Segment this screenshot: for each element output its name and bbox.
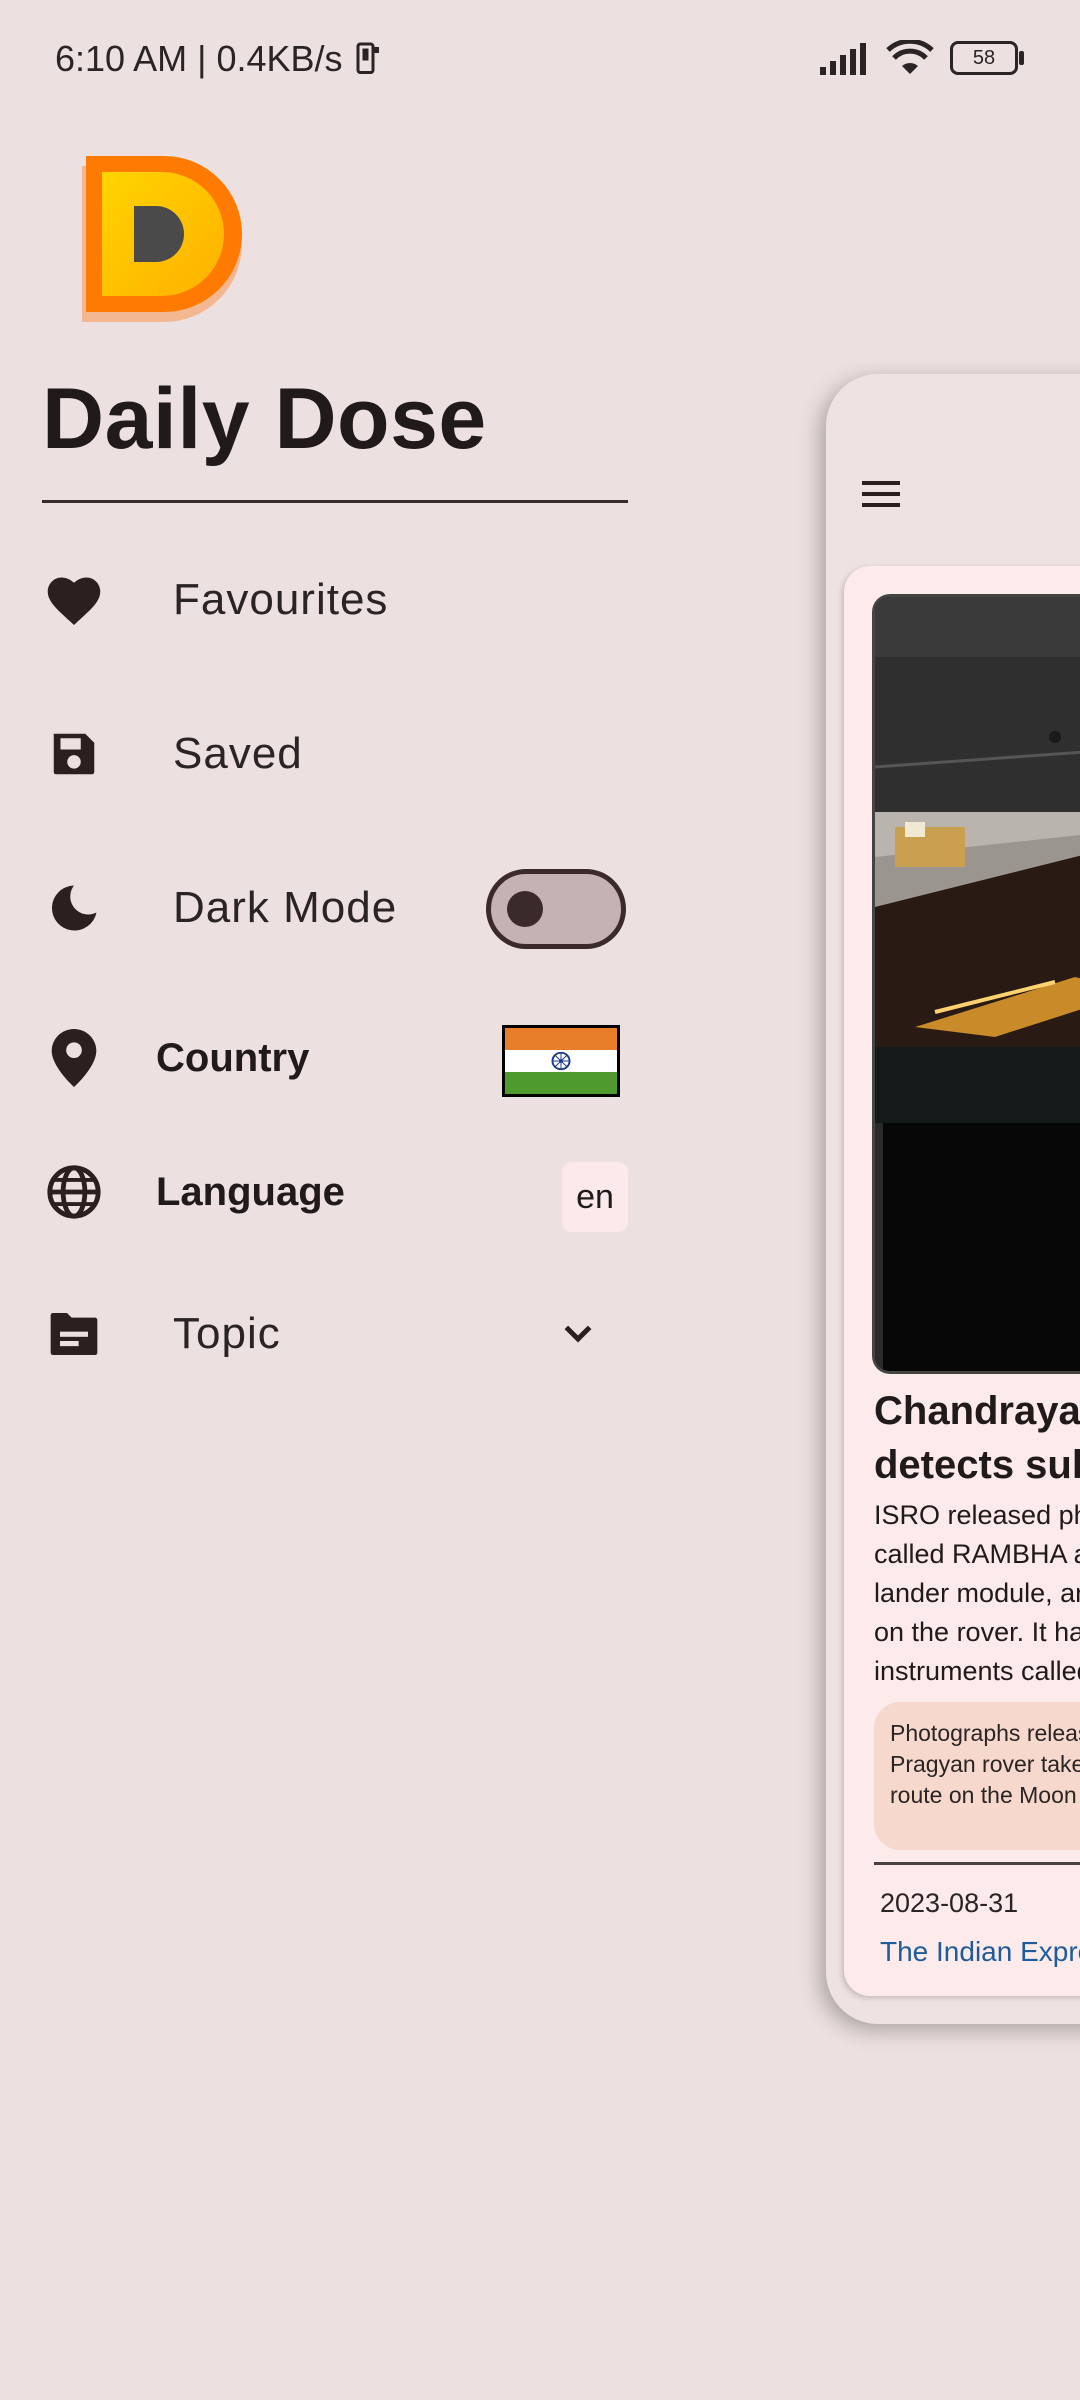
news-image xyxy=(872,594,1080,1374)
language-value-chip[interactable]: en xyxy=(562,1162,628,1232)
status-time-speed: 6:10 AM | 0.4KB/s xyxy=(55,38,385,80)
image-caption-box: Photographs released Pragyan rover taken… xyxy=(874,1702,1080,1850)
drawer-item-dark-mode[interactable]: Dark Mode xyxy=(42,858,632,958)
app-title: Daily Dose xyxy=(42,371,487,467)
drawer-item-topic[interactable]: Topic xyxy=(42,1284,632,1384)
menu-hamburger-icon[interactable] xyxy=(862,479,902,509)
globe-icon xyxy=(42,1160,106,1224)
drawer-item-language[interactable]: Language en xyxy=(42,1142,632,1242)
drawer-item-favourites[interactable]: Favourites xyxy=(42,550,632,650)
card-divider xyxy=(874,1862,1080,1865)
location-pin-icon xyxy=(42,1026,106,1090)
main-content-panel: Chandrayaan detects sulphur ISRO release… xyxy=(826,374,1080,2024)
topic-folder-icon xyxy=(42,1302,106,1366)
topic-label: Topic xyxy=(173,1309,281,1358)
drawer-item-country[interactable]: Country xyxy=(42,1008,632,1108)
moon-rover-photo xyxy=(875,597,1080,1371)
signal-icon xyxy=(820,43,866,75)
dark-mode-toggle[interactable] xyxy=(486,869,626,949)
news-title[interactable]: Chandrayaan detects sulphur xyxy=(874,1384,1080,1492)
news-card[interactable]: Chandrayaan detects sulphur ISRO release… xyxy=(844,566,1080,1996)
news-description: ISRO released photos called RAMBHA and l… xyxy=(874,1500,1080,1686)
drawer-item-saved[interactable]: Saved xyxy=(42,704,632,804)
status-bar: 6:10 AM | 0.4KB/s 58 xyxy=(0,0,1080,120)
battery-indicator: 58 xyxy=(950,41,1024,75)
news-source-link[interactable]: The Indian Express xyxy=(880,1936,1080,1968)
wifi-icon xyxy=(886,40,934,74)
toggle-knob xyxy=(507,891,543,927)
app-logo xyxy=(82,156,242,322)
news-date: 2023-08-31 xyxy=(880,1888,1019,1918)
chevron-down-icon[interactable] xyxy=(558,1314,598,1354)
moon-icon xyxy=(42,876,106,940)
saved-label: Saved xyxy=(173,729,303,778)
favourites-label: Favourites xyxy=(173,575,389,624)
save-icon xyxy=(42,722,106,786)
title-divider xyxy=(42,500,628,503)
india-flag-icon[interactable] xyxy=(502,1025,620,1097)
dark-mode-label: Dark Mode xyxy=(173,883,398,932)
country-label: Country xyxy=(156,1035,310,1080)
image-caption: Photographs released Pragyan rover taken… xyxy=(890,1720,1080,1808)
heart-icon xyxy=(42,568,106,632)
status-time-speed-text: 6:10 AM | 0.4KB/s xyxy=(55,38,343,79)
phone-data-icon xyxy=(356,42,379,74)
language-label: Language xyxy=(156,1169,345,1214)
